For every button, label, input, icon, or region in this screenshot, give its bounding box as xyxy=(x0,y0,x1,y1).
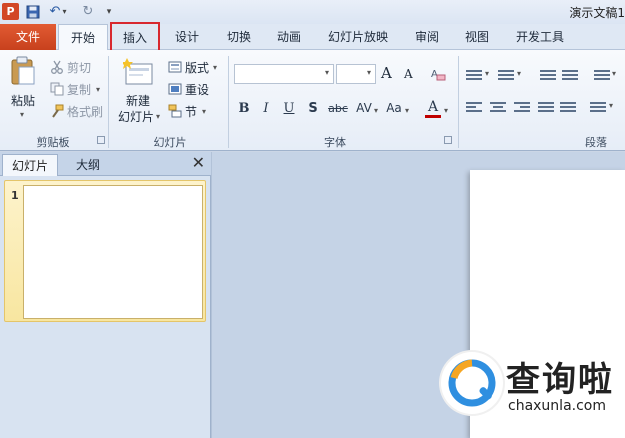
align-left-icon[interactable] xyxy=(466,100,482,114)
layout-icon xyxy=(168,60,182,74)
bullets-icon[interactable] xyxy=(466,68,482,82)
font-color-button[interactable]: A xyxy=(425,99,441,118)
case-dropdown-icon[interactable]: ▾ xyxy=(405,106,409,115)
grow-font-button[interactable]: A xyxy=(381,64,392,82)
tab-design[interactable]: 设计 xyxy=(170,24,204,50)
watermark-url: chaxunla.com xyxy=(508,398,606,414)
clear-formatting-icon[interactable]: A xyxy=(430,66,446,81)
group-divider xyxy=(458,56,459,148)
font-launcher-icon[interactable] xyxy=(444,136,452,144)
bullets-dropdown-icon[interactable]: ▾ xyxy=(485,69,489,78)
save-icon[interactable] xyxy=(25,3,41,20)
close-panel-icon[interactable]: ✕ xyxy=(192,153,205,172)
new-slide-button[interactable]: 幻灯片 xyxy=(118,108,154,125)
new-slide-icon[interactable] xyxy=(121,58,155,91)
group-divider xyxy=(108,56,109,148)
font-color-dropdown-icon[interactable]: ▾ xyxy=(444,106,448,115)
line-spacing-icon[interactable] xyxy=(594,68,610,82)
numbering-dropdown-icon[interactable]: ▾ xyxy=(517,69,521,78)
change-case-button[interactable]: Aa xyxy=(384,101,404,115)
section-button[interactable]: 节 xyxy=(185,103,197,120)
undo-icon[interactable]: ↶ ▾ xyxy=(47,3,69,20)
panel-tab-bar: 幻灯片 大纲 ✕ xyxy=(0,152,211,176)
paste-icon[interactable] xyxy=(10,56,36,89)
layout-dropdown-icon[interactable]: ▾ xyxy=(213,63,217,72)
tab-slides[interactable]: 幻灯片 xyxy=(2,154,58,176)
tab-developer[interactable]: 开发工具 xyxy=(510,24,570,50)
numbering-icon[interactable] xyxy=(498,68,514,82)
underline-button[interactable]: U xyxy=(281,101,297,116)
redo-icon[interactable]: ↻ xyxy=(80,3,96,20)
new-slide-dropdown-icon[interactable]: ▾ xyxy=(156,112,160,121)
font-size-dropdown-icon: ▾ xyxy=(366,68,371,77)
scissors-icon xyxy=(50,60,64,74)
copy-dropdown-icon[interactable]: ▾ xyxy=(96,85,100,94)
shrink-font-button[interactable]: A xyxy=(404,67,413,81)
copy-icon xyxy=(50,82,64,96)
tab-file[interactable]: 文件 xyxy=(0,24,56,50)
columns-dropdown-icon[interactable]: ▾ xyxy=(609,101,613,110)
decrease-indent-icon[interactable] xyxy=(540,68,556,82)
paste-button[interactable]: 粘贴 xyxy=(11,92,35,109)
slide-thumbnail-row[interactable]: 1 xyxy=(4,180,206,322)
reset-icon xyxy=(168,82,182,96)
watermark-text: 查询啦 xyxy=(506,360,614,400)
format-painter-icon xyxy=(50,104,64,118)
new-slide-label-1[interactable]: 新建 xyxy=(126,92,150,109)
customize-toolbar-icon[interactable]: ▾ xyxy=(103,3,115,20)
tab-view[interactable]: 视图 xyxy=(460,24,494,50)
character-spacing-button[interactable]: AV xyxy=(354,101,374,115)
columns-icon[interactable] xyxy=(590,100,606,114)
paragraph-group-label: 段落 xyxy=(585,136,607,149)
font-name-dropdown-icon: ▾ xyxy=(324,68,329,77)
tab-transitions[interactable]: 切换 xyxy=(222,24,256,50)
slide-thumbnail[interactable] xyxy=(23,185,203,319)
title-bar: P ↶ ▾ ↻ ▾ 演示文稿1 xyxy=(0,0,625,24)
tab-outline[interactable]: 大纲 xyxy=(58,154,118,176)
slides-panel: 幻灯片 大纲 ✕ 1 xyxy=(0,152,211,438)
document-title: 演示文稿1 xyxy=(569,6,625,20)
font-size-select[interactable]: ▾ xyxy=(336,64,376,84)
align-center-icon[interactable] xyxy=(490,100,506,114)
align-right-icon[interactable] xyxy=(514,100,530,114)
distributed-icon[interactable] xyxy=(560,100,576,114)
line-spacing-dropdown-icon[interactable]: ▾ xyxy=(612,69,616,78)
justify-icon[interactable] xyxy=(538,100,554,114)
tab-review[interactable]: 审阅 xyxy=(410,24,444,50)
watermark-logo-icon xyxy=(441,352,503,414)
font-group-label: 字体 xyxy=(324,136,346,149)
powerpoint-app-icon[interactable]: P xyxy=(2,3,19,20)
reset-button[interactable]: 重设 xyxy=(185,81,209,98)
layout-button[interactable]: 版式 xyxy=(185,59,209,76)
section-icon xyxy=(168,104,182,118)
ribbon-home: 粘贴 ▾ 剪切 复制 ▾ 格式刷 剪贴板 新建 幻灯片 ▾ 版式 ▾ 重设 节 … xyxy=(0,50,625,151)
tab-animations[interactable]: 动画 xyxy=(272,24,306,50)
font-name-select[interactable]: ▾ xyxy=(234,64,334,84)
tab-slideshow[interactable]: 幻灯片放映 xyxy=(322,24,394,50)
clipboard-group-label: 剪贴板 xyxy=(36,136,70,149)
tab-insert[interactable]: 插入 xyxy=(110,22,160,52)
tab-home[interactable]: 开始 xyxy=(58,24,108,51)
format-painter-button[interactable]: 格式刷 xyxy=(67,103,103,120)
copy-button[interactable]: 复制 xyxy=(67,81,91,98)
cut-button[interactable]: 剪切 xyxy=(67,59,91,76)
strikethrough-button[interactable]: abc xyxy=(327,102,349,115)
spacing-dropdown-icon[interactable]: ▾ xyxy=(374,106,378,115)
group-divider xyxy=(228,56,229,148)
slide-number: 1 xyxy=(11,189,19,202)
clipboard-launcher-icon[interactable] xyxy=(97,136,105,144)
increase-indent-icon[interactable] xyxy=(562,68,578,82)
paste-dropdown-icon[interactable]: ▾ xyxy=(20,110,24,119)
bold-button[interactable]: B xyxy=(236,101,252,116)
slides-group-label: 幻灯片 xyxy=(153,136,187,149)
ribbon-tab-bar: 文件 开始 插入 设计 切换 动画 幻灯片放映 审阅 视图 开发工具 xyxy=(0,22,625,52)
italic-button[interactable]: I xyxy=(258,101,274,116)
section-dropdown-icon[interactable]: ▾ xyxy=(202,107,206,116)
text-shadow-button[interactable]: S xyxy=(305,101,321,116)
